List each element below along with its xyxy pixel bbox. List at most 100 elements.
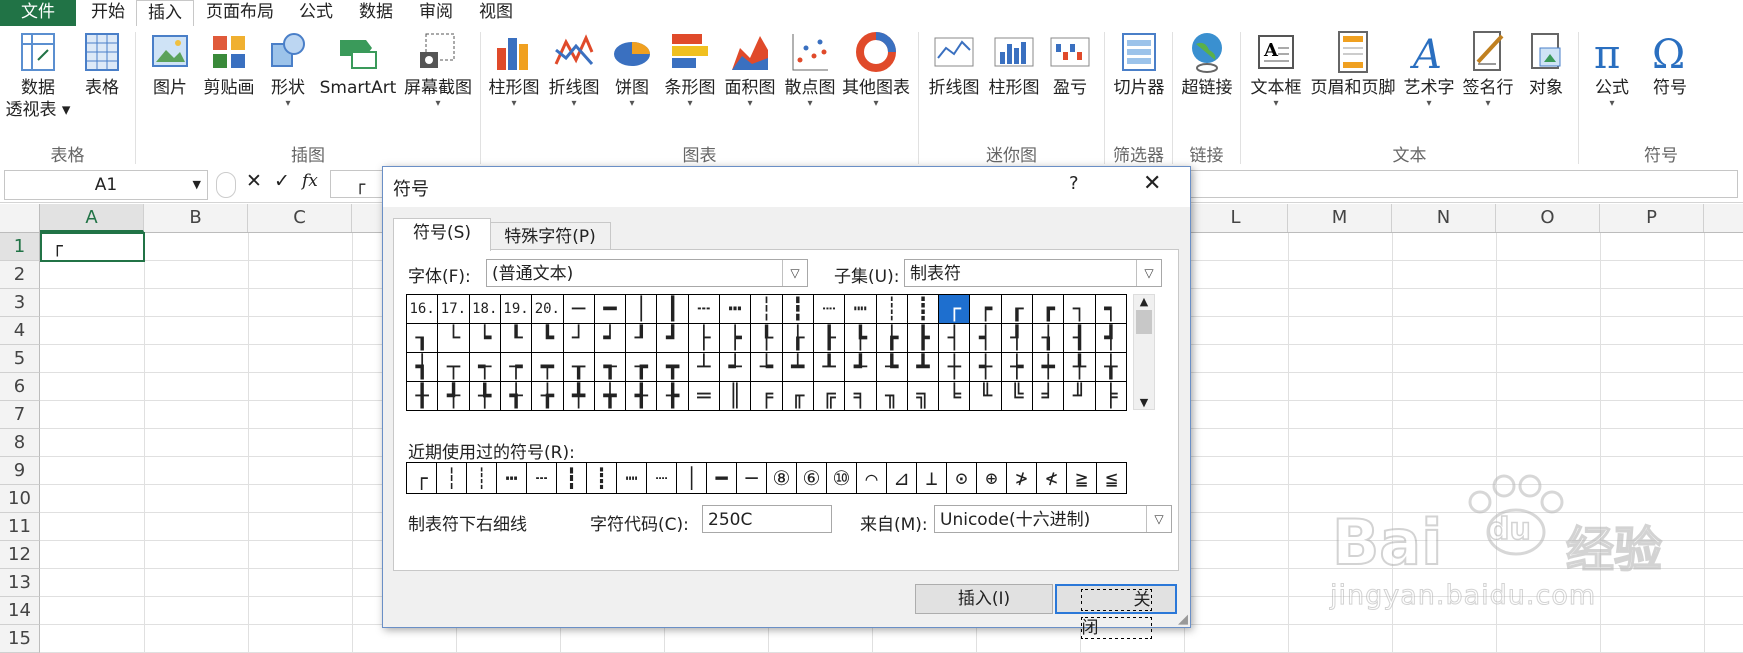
subset-select[interactable]: 制表符 ▽ xyxy=(904,259,1162,287)
symbol-cell[interactable]: ╃ xyxy=(438,382,470,411)
recent-symbol-cell[interactable]: ⊙ xyxy=(947,463,977,494)
chevron-down-icon[interactable]: ▽ xyxy=(782,260,807,286)
hyperlink-button[interactable]: 超链接 xyxy=(1176,30,1238,99)
cancel-icon[interactable]: ✕ xyxy=(246,170,262,192)
symbol-cell[interactable]: ┻ xyxy=(907,353,940,382)
recent-symbol-cell[interactable]: │ xyxy=(677,463,707,494)
character-code-input[interactable]: 250C xyxy=(702,505,832,533)
recent-symbol-cell[interactable]: ⑩ xyxy=(827,463,857,494)
header-footer-button[interactable]: 页眉和页脚 xyxy=(1308,30,1398,99)
symbol-cell[interactable]: ┃ xyxy=(657,295,689,324)
screenshot-button[interactable]: 屏幕截图 ▾ xyxy=(400,30,476,109)
other-charts-button[interactable]: 其他图表 ▾ xyxy=(838,30,914,109)
symbol-cell[interactable]: ┒ xyxy=(407,324,439,353)
scatter-chart-button[interactable]: 散点图 ▾ xyxy=(780,30,840,109)
symbol-cell[interactable]: ┥ xyxy=(970,324,1002,353)
symbol-cell[interactable]: ╆ xyxy=(532,382,564,411)
symbol-cell[interactable]: ┏ xyxy=(1033,295,1065,324)
symbol-cell[interactable]: ┙ xyxy=(594,324,627,353)
symbol-cell[interactable]: │ xyxy=(626,295,658,324)
shapes-button[interactable]: 形状 ▾ xyxy=(262,30,314,109)
recent-symbol-cell[interactable]: ≮ xyxy=(1037,463,1067,494)
recent-symbol-cell[interactable]: ─ xyxy=(737,463,767,494)
symbol-cell[interactable]: ╓ xyxy=(782,382,814,411)
symbol-cell[interactable]: 17. xyxy=(438,295,470,324)
recent-symbol-cell[interactable]: ≧ xyxy=(1067,463,1097,494)
symbol-cell[interactable]: ┚ xyxy=(626,324,658,353)
recent-symbol-cell[interactable]: ⑧ xyxy=(767,463,797,494)
from-select[interactable]: Unicode(十六进制) ▽ xyxy=(934,505,1172,533)
row-header-13[interactable]: 13 xyxy=(0,569,40,597)
symbol-cell[interactable]: ┲ xyxy=(626,353,658,382)
row-header-10[interactable]: 10 xyxy=(0,485,40,513)
resize-grip-icon[interactable]: ◢ xyxy=(1178,612,1188,627)
tab-data[interactable]: 数据 xyxy=(348,0,404,26)
textbox-button[interactable]: A 文本框 ▾ xyxy=(1244,30,1308,109)
symbol-cell[interactable]: ┳ xyxy=(657,353,689,382)
symbol-cell[interactable]: ┕ xyxy=(469,324,501,353)
recent-symbol-cell[interactable]: ⊥ xyxy=(917,463,947,494)
row-header-11[interactable]: 11 xyxy=(0,513,40,541)
symbol-cell[interactable]: ┬ xyxy=(438,353,470,382)
slicer-button[interactable]: 切片器 xyxy=(1108,30,1170,99)
row-header-1[interactable]: 1 xyxy=(0,233,40,261)
symbol-cell[interactable]: ╛ xyxy=(1033,382,1065,411)
tab-page-layout[interactable]: 页面布局 xyxy=(196,0,284,26)
symbol-cell[interactable]: ┐ xyxy=(1064,295,1096,324)
chevron-down-icon[interactable]: ▽ xyxy=(1136,260,1161,286)
symbol-cell[interactable]: ┇ xyxy=(782,295,814,324)
sparkline-column-button[interactable]: 柱形图 xyxy=(984,30,1044,99)
symbol-cell[interactable]: ┌ xyxy=(939,295,971,324)
symbol-cell[interactable]: ┈ xyxy=(813,295,846,324)
symbol-cell[interactable]: ┢ xyxy=(876,324,908,353)
dialog-title-bar[interactable]: 符号 ? ✕ xyxy=(383,167,1190,207)
column-header-p[interactable]: P xyxy=(1600,204,1704,232)
column-chart-button[interactable]: 柱形图 ▾ xyxy=(484,30,544,109)
symbol-cell[interactable]: ╉ xyxy=(626,382,658,411)
symbol-cell[interactable]: ╖ xyxy=(876,382,908,411)
symbol-cell[interactable]: ┺ xyxy=(876,353,908,382)
recent-symbol-cell[interactable]: ≯ xyxy=(1007,463,1037,494)
symbol-cell[interactable]: ┄ xyxy=(688,295,721,324)
column-header-l[interactable]: L xyxy=(1184,204,1288,232)
symbol-cell[interactable]: ╒ xyxy=(751,382,783,411)
signature-line-button[interactable]: 签名行 ▾ xyxy=(1458,30,1518,109)
recent-symbol-cell[interactable]: ⊿ xyxy=(887,463,917,494)
tab-home[interactable]: 开始 xyxy=(80,0,136,26)
symbol-cell[interactable]: ┊ xyxy=(876,295,908,324)
symbol-cell[interactable]: ┖ xyxy=(500,324,533,353)
close-button[interactable]: 关闭 xyxy=(1055,584,1177,639)
symbol-cell[interactable]: └ xyxy=(438,324,470,353)
row-header-5[interactable]: 5 xyxy=(0,345,40,373)
recent-symbol-cell[interactable]: ━ xyxy=(707,463,737,494)
recent-symbol-cell[interactable]: ┊ xyxy=(467,463,497,494)
symbol-cell[interactable]: 18. xyxy=(469,295,501,324)
column-header-c[interactable]: C xyxy=(248,204,352,232)
smartart-button[interactable]: SmartArt xyxy=(316,30,400,99)
symbol-cell[interactable]: ╂ xyxy=(407,382,439,411)
recent-symbol-cell[interactable]: ┇ xyxy=(557,463,587,494)
symbol-cell[interactable]: ╞ xyxy=(1095,382,1127,411)
cell-a1[interactable]: ┌ xyxy=(40,232,145,262)
equation-button[interactable]: π 公式 ▾ xyxy=(1584,30,1640,109)
symbol-cell[interactable]: ┸ xyxy=(813,353,846,382)
column-header-o[interactable]: O xyxy=(1496,204,1600,232)
chevron-down-icon[interactable]: ▼ xyxy=(1134,396,1154,409)
recent-symbol-cell[interactable]: ⊕ xyxy=(977,463,1007,494)
symbol-cell[interactable]: ┤ xyxy=(939,324,971,353)
symbol-cell[interactable]: ┅ xyxy=(720,295,752,324)
symbol-cell[interactable]: ╄ xyxy=(469,382,501,411)
enter-icon[interactable]: ✓ xyxy=(274,170,290,192)
row-header-3[interactable]: 3 xyxy=(0,289,40,317)
symbol-cell[interactable]: ┣ xyxy=(907,324,940,353)
tab-insert[interactable]: 插入 xyxy=(136,0,194,28)
column-header-a[interactable]: A xyxy=(40,204,144,232)
symbol-cell[interactable]: 20. xyxy=(532,295,564,324)
symbol-cell[interactable]: ┎ xyxy=(1001,295,1034,324)
row-header-12[interactable]: 12 xyxy=(0,541,40,569)
recent-symbol-cell[interactable]: ≦ xyxy=(1097,463,1127,494)
tab-symbols[interactable]: 符号(S) xyxy=(393,218,491,251)
symbol-cell[interactable]: ┟ xyxy=(782,324,814,353)
symbol-cell[interactable]: ─ xyxy=(563,295,595,324)
symbol-button[interactable]: Ω 符号 xyxy=(1642,30,1698,99)
